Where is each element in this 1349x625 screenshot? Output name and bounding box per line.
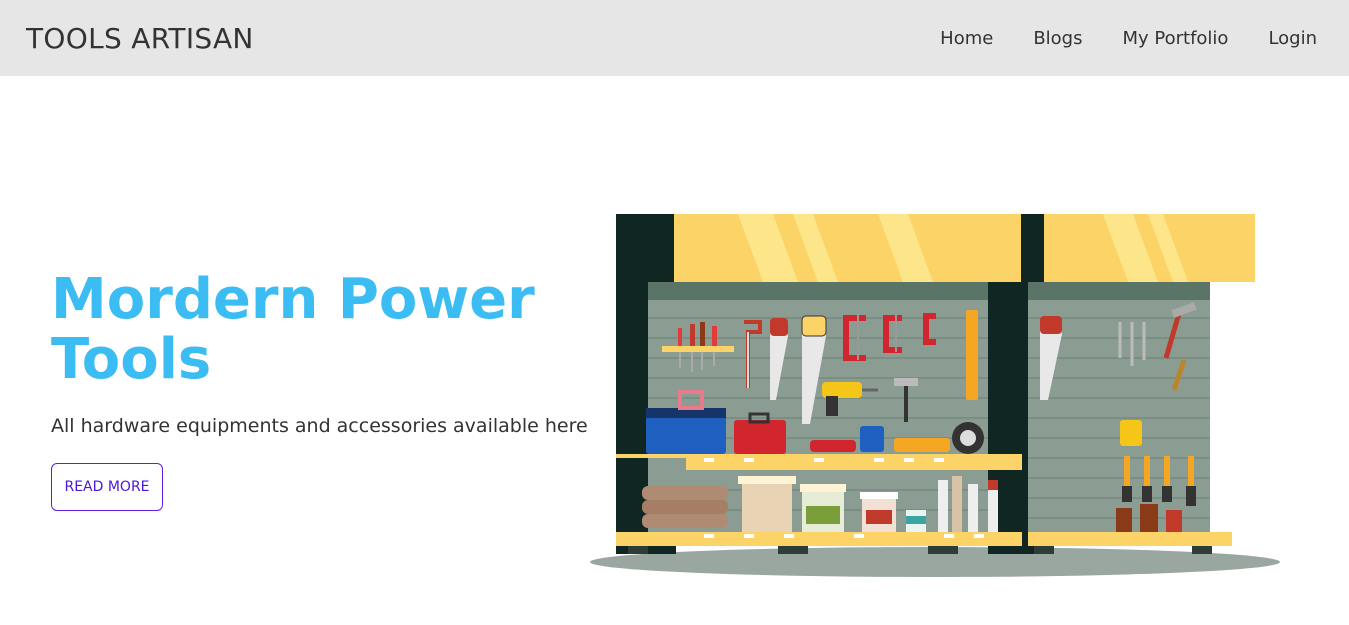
nav-blogs-link[interactable]: Blogs <box>1033 26 1082 52</box>
cement-bags <box>642 486 728 528</box>
brand-logo[interactable]: TOOLS ARTISAN <box>26 20 254 58</box>
nav-portfolio-link[interactable]: My Portfolio <box>1122 26 1228 52</box>
power-drill <box>822 382 862 398</box>
tubes <box>938 476 998 532</box>
red-toolbox <box>734 420 786 454</box>
right-shelf <box>1028 532 1232 546</box>
right-drill <box>1120 420 1142 446</box>
hero-title: Mordern Power Tools <box>51 267 535 392</box>
nav-login-link[interactable]: Login <box>1268 26 1317 52</box>
nav-links: Home Blogs My Portfolio Login <box>900 26 1317 52</box>
upper-shelf <box>686 456 1022 470</box>
hero-subtitle: All hardware equipments and accessories … <box>51 415 588 437</box>
spirit-level <box>966 310 978 400</box>
read-more-button[interactable]: READ MORE <box>51 463 163 511</box>
awning-left <box>674 214 1021 282</box>
nav-home-link[interactable]: Home <box>940 26 993 52</box>
lower-shelf <box>616 532 1022 546</box>
navbar: TOOLS ARTISAN Home Blogs My Portfolio Lo… <box>0 0 1349 76</box>
hardware-store-illustration <box>590 214 1280 577</box>
